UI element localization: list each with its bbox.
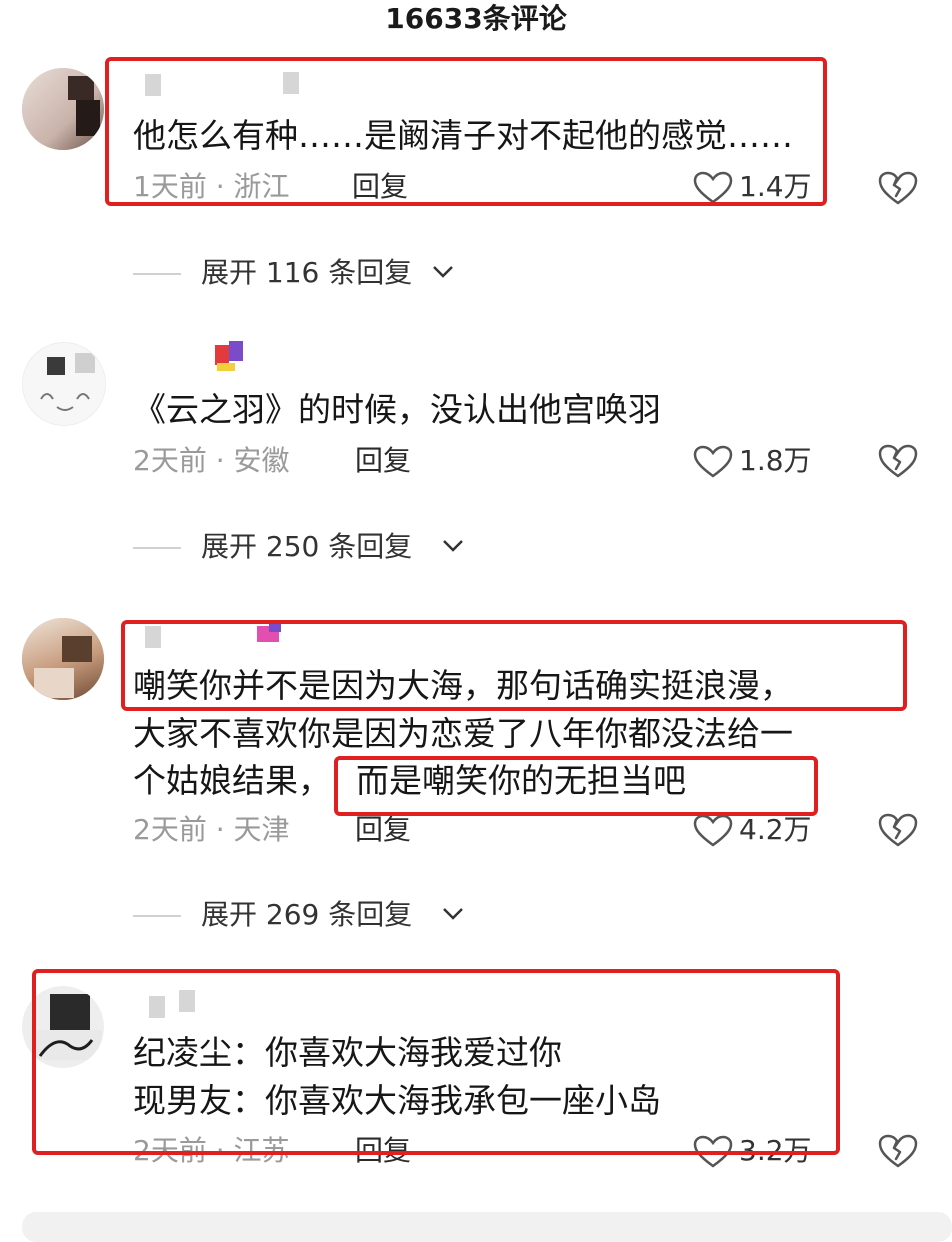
expand-replies-button[interactable]: 展开 116 条回复	[133, 253, 533, 293]
reply-button[interactable]: 回复	[355, 441, 411, 481]
chevron-down-icon	[433, 266, 453, 278]
highlight-box	[105, 57, 827, 206]
divider-line	[133, 915, 181, 917]
divider-line	[133, 273, 181, 275]
broken-heart-icon[interactable]	[878, 170, 918, 206]
comment-text: 个姑娘结果，	[133, 761, 331, 800]
highlight-box	[334, 756, 818, 816]
chevron-down-icon	[443, 540, 463, 552]
comment-count-title: 16633条评论	[385, 2, 567, 35]
heart-outline-icon	[693, 445, 733, 478]
avatar[interactable]	[22, 342, 106, 426]
expand-replies-label: 展开 250 条回复	[201, 530, 413, 563]
comment-time-location: 2天前 · 安徽	[133, 444, 290, 477]
broken-heart-icon[interactable]	[878, 812, 918, 848]
reply-button[interactable]: 回复	[355, 810, 411, 850]
divider-line	[133, 547, 181, 549]
expand-replies-label: 展开 116 条回复	[201, 256, 413, 289]
highlight-box	[121, 620, 907, 711]
comment-time-location: 2天前 · 天津	[133, 813, 290, 846]
avatar[interactable]	[22, 618, 104, 700]
expand-replies-label: 展开 269 条回复	[201, 898, 413, 931]
like-count: 4.2万	[739, 813, 812, 846]
like-count: 1.8万	[739, 444, 812, 477]
expand-replies-button[interactable]: 展开 269 条回复	[133, 895, 533, 935]
broken-heart-icon[interactable]	[878, 1133, 918, 1169]
comment-input-bar[interactable]	[22, 1212, 952, 1242]
expand-replies-button[interactable]: 展开 250 条回复	[133, 527, 533, 567]
username-masked[interactable]	[145, 341, 345, 377]
avatar[interactable]	[22, 68, 104, 150]
chevron-down-icon	[443, 908, 463, 920]
comment-text: 大家不喜欢你是因为恋爱了八年你都没法给一	[133, 714, 793, 753]
heart-outline-icon	[693, 814, 733, 847]
broken-heart-icon[interactable]	[878, 443, 918, 479]
comment-text: 《云之羽》的时候，没认出他宫唤羽	[133, 390, 661, 429]
highlight-box	[32, 969, 840, 1155]
